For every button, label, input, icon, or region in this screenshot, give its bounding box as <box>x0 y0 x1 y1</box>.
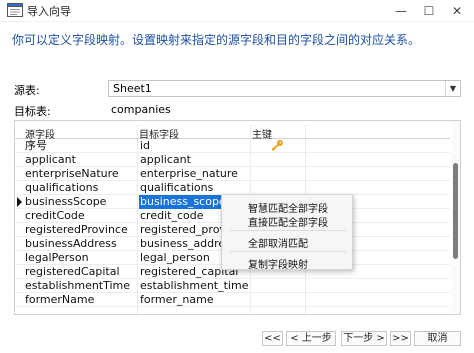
context-menu: 智慧匹配全部字段 直接匹配全部字段 全部取消匹配 复制字段映射 <box>221 194 353 271</box>
menu-separator <box>230 230 346 231</box>
vertical-scrollbar[interactable] <box>452 121 460 314</box>
source-field-cell[interactable]: 序号 <box>25 139 47 153</box>
target-field-cell[interactable]: establishment_time <box>139 279 248 293</box>
source-field-cell[interactable]: businessScope <box>25 195 106 209</box>
source-field-cell[interactable]: qualifications <box>25 181 98 195</box>
menu-separator <box>230 251 346 252</box>
target-field-cell[interactable]: qualifications <box>139 181 247 195</box>
current-row-indicator-icon <box>17 197 22 207</box>
grid-header: 源字段 目标字段 主键 <box>15 125 450 141</box>
title-bar: 导入向导 — ☐ ✕ <box>0 0 474 22</box>
source-table-label: 源表: <box>14 84 40 97</box>
source-field-cell[interactable]: establishmentTime <box>25 279 130 293</box>
close-button[interactable]: ✕ <box>442 0 472 22</box>
wizard-description: 你可以定义字段映射。设置映射来指定的源字段和目的字段之间的对应关系。 <box>12 33 421 47</box>
menu-item-unmatch-all[interactable]: 全部取消匹配 <box>248 235 308 250</box>
target-field-cell[interactable]: applicant <box>139 153 247 167</box>
source-field-cell[interactable]: registeredProvince <box>25 223 128 237</box>
key-icon <box>271 140 283 151</box>
table-row[interactable]: 序号 id <box>15 139 450 153</box>
source-field-cell[interactable]: legalPerson <box>25 251 89 265</box>
chevron-down-icon[interactable]: ▼ <box>445 81 460 96</box>
source-field-cell[interactable]: formerName <box>25 293 94 307</box>
table-row[interactable]: enterpriseNature enterprise_nature <box>15 167 450 181</box>
window-title: 导入向导 <box>27 5 71 18</box>
target-field-cell[interactable]: enterprise_nature <box>139 167 247 181</box>
menu-item-direct-match-all[interactable]: 直接匹配全部字段 <box>248 214 328 229</box>
table-row[interactable]: qualifications qualifications <box>15 181 450 195</box>
source-field-cell[interactable]: applicant <box>25 153 76 167</box>
source-field-cell[interactable]: enterpriseNature <box>25 167 119 181</box>
next-button[interactable]: 下一步 > <box>341 331 387 346</box>
minimize-button[interactable]: — <box>386 0 416 22</box>
primary-key-cell[interactable] <box>268 139 284 153</box>
target-table-label: 目标表: <box>14 105 51 118</box>
previous-button[interactable]: < 上一步 <box>286 331 336 346</box>
maximize-button[interactable]: ☐ <box>414 0 444 22</box>
source-field-cell[interactable]: businessAddress <box>25 237 117 251</box>
table-row[interactable]: applicant applicant <box>15 153 450 167</box>
table-row[interactable]: establishmentTime establishment_time <box>15 279 450 293</box>
target-table-value: companies <box>111 103 171 116</box>
source-field-cell[interactable]: registeredCapital <box>25 265 120 279</box>
target-field-cell[interactable]: former_name <box>139 293 247 307</box>
menu-item-copy-mapping[interactable]: 复制字段映射 <box>248 256 308 271</box>
source-field-cell[interactable]: creditCode <box>25 209 85 223</box>
app-icon <box>7 3 23 17</box>
menu-item-smart-match-all[interactable]: 智慧匹配全部字段 <box>248 200 328 215</box>
cancel-button[interactable]: 取消 <box>414 331 461 346</box>
table-row[interactable]: formerName former_name <box>15 293 450 307</box>
last-step-button[interactable]: >> <box>390 331 411 346</box>
first-step-button[interactable]: << <box>262 331 283 346</box>
target-field-cell[interactable]: id <box>139 139 247 153</box>
scrollbar-thumb[interactable] <box>453 163 458 259</box>
source-table-select[interactable]: Sheet1 ▼ <box>108 80 461 97</box>
source-table-value: Sheet1 <box>113 82 152 95</box>
